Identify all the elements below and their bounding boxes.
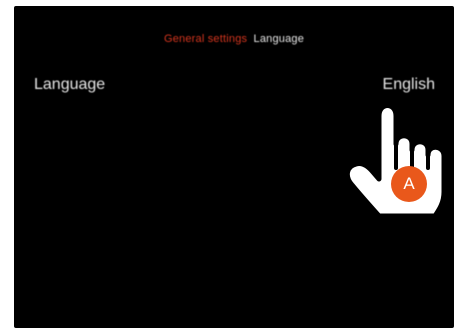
hand-pointer-icon <box>344 103 447 219</box>
breadcrumb-current: Language <box>253 33 305 45</box>
breadcrumb-parent[interactable]: General settings <box>164 33 247 45</box>
setting-label: Language <box>34 76 106 93</box>
annotation-marker-a: A <box>391 166 427 202</box>
breadcrumb: General settings Language <box>14 33 454 45</box>
